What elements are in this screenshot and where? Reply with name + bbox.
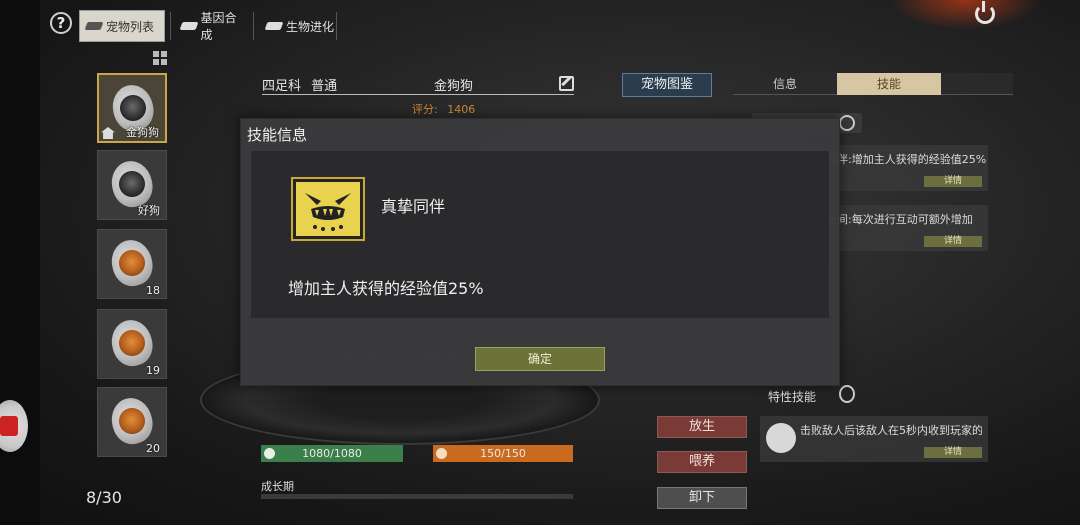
gene-icon (179, 22, 198, 30)
skill-name: 真挚同伴 (381, 197, 446, 216)
pet-card-selected[interactable]: 金狗狗 (97, 73, 167, 143)
fang-mask-svg (305, 193, 351, 231)
confirm-button[interactable]: 确定 (475, 347, 605, 371)
fang-mask-icon (291, 177, 365, 241)
grid-view-icon[interactable] (153, 51, 167, 65)
pet-name: 19 (146, 364, 160, 377)
wolf-icon (766, 423, 796, 453)
dialog-title: 技能信息 (247, 126, 308, 144)
detail-button[interactable]: 详情 (924, 176, 982, 187)
health-bar: 1080/1080 (261, 445, 403, 462)
pet-name: 18 (146, 284, 160, 297)
pet-card[interactable]: 18 (97, 229, 167, 299)
pet-card[interactable]: 好狗 (97, 150, 167, 220)
trait-skill-row[interactable]: 击败敌人后该敌人在5秒内收到玩家的 详情 (760, 416, 988, 462)
pet-tag-icon (107, 393, 157, 449)
unequip-button[interactable]: 卸下 (657, 487, 747, 509)
pet-card[interactable]: 20 (97, 387, 167, 457)
skill-type-icon (839, 115, 855, 131)
tab-label: 宠物列表 (106, 19, 155, 34)
divider (336, 12, 337, 40)
trait-type-icon (839, 385, 855, 403)
home-icon (101, 127, 115, 139)
evolution-icon (264, 22, 284, 30)
pet-dex-button[interactable]: 宠物图鉴 (622, 73, 712, 97)
tab-skills[interactable]: 技能 (837, 73, 941, 95)
trait-skills-label: 特性技能 (768, 390, 817, 404)
skill-text: 击败敌人后该敌人在5秒内收到玩家的 (800, 424, 982, 437)
moon-icon (436, 448, 447, 459)
detail-button[interactable]: 详情 (924, 447, 982, 458)
pet-family: 四足科 (262, 79, 302, 94)
detail-button[interactable]: 详情 (924, 236, 982, 247)
tab-label: 基因合成 (200, 11, 237, 42)
pet-name: 金狗狗 (126, 126, 159, 139)
help-button[interactable]: ? (50, 12, 72, 34)
pet-card[interactable]: 19 (97, 309, 167, 379)
divider (170, 12, 171, 40)
pet-count: 8/30 (86, 488, 122, 507)
tab-evolution[interactable]: 生物进化 (260, 10, 340, 42)
pet-name-header: 金狗狗 (434, 79, 474, 94)
top-right-glow (890, 0, 1040, 30)
health-value: 1080/1080 (302, 447, 362, 460)
pet-tag-icon (107, 235, 157, 291)
pet-rarity: 普通 (311, 79, 338, 94)
food-value: 150/150 (480, 447, 526, 460)
heart-icon (264, 448, 275, 459)
growth-label: 成长期 (261, 480, 294, 493)
feed-button[interactable]: 喂养 (657, 451, 747, 473)
score-value: 1406 (447, 103, 476, 116)
divider (253, 12, 254, 40)
skill-description: 增加主人获得的经验值25% (288, 279, 484, 298)
tab-pet-list[interactable]: 宠物列表 (79, 10, 165, 42)
release-button[interactable]: 放生 (657, 416, 747, 438)
pet-name: 20 (146, 442, 160, 455)
tab-info[interactable]: 信息 (733, 73, 837, 95)
tab-label: 生物进化 (286, 19, 335, 34)
growth-bar (261, 494, 573, 499)
pet-score: 评分: 1406 (412, 101, 475, 117)
pet-name: 好狗 (138, 204, 160, 217)
edit-icon[interactable] (559, 76, 574, 91)
pet-info-line: 四足科 普通 金狗狗 (262, 75, 574, 95)
score-label: 评分: (412, 103, 438, 116)
power-icon[interactable] (975, 1, 995, 24)
pet-tag-icon (107, 315, 157, 371)
food-bar: 150/150 (433, 445, 573, 462)
pet-list-icon (84, 22, 104, 30)
tab-gene-synthesis[interactable]: 基因合成 (175, 10, 253, 42)
